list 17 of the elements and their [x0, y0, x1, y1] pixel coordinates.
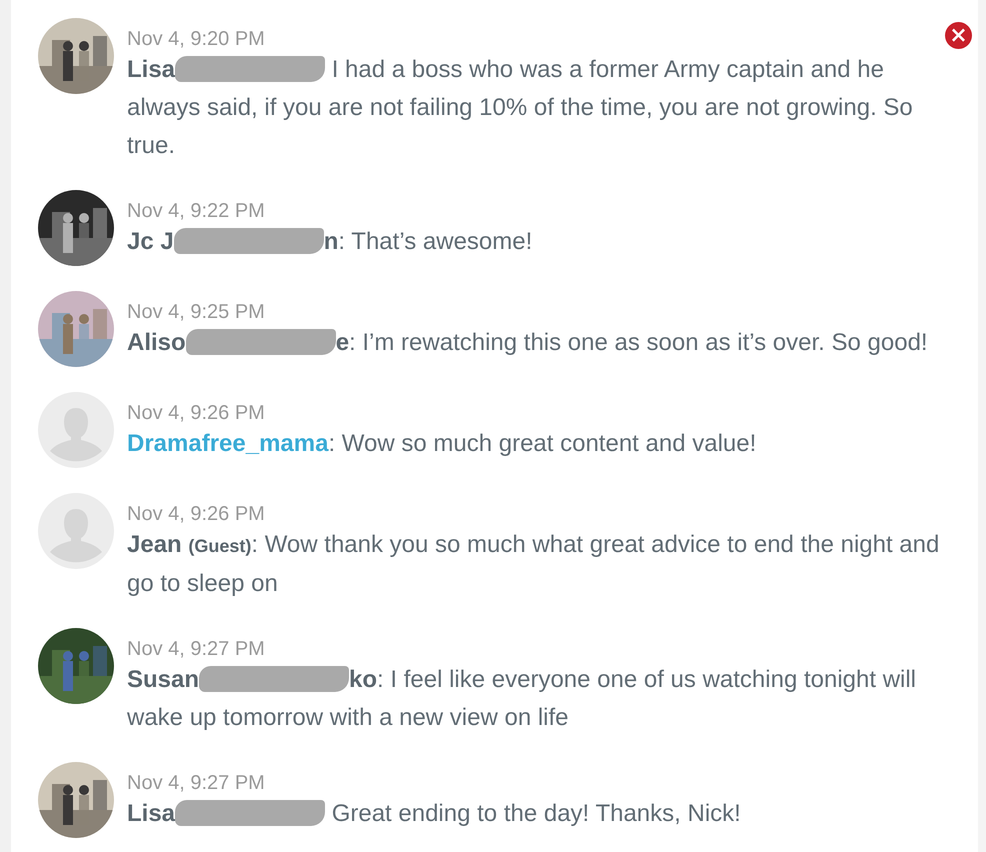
timestamp: Nov 4, 9:20 PM — [127, 27, 265, 51]
message-text: Jc J n: That’s awesome! — [127, 227, 534, 257]
message-text: Lisa Great ending to the day! Thanks, Nick! — [127, 799, 742, 829]
close-button[interactable]: × — [945, 22, 972, 49]
timestamp: Nov 4, 9:22 PM — [127, 199, 265, 223]
default-avatar-icon — [38, 392, 114, 468]
timestamp: Nov 4, 9:26 PM — [127, 401, 265, 425]
timestamp: Nov 4, 9:26 PM — [127, 502, 265, 526]
default-avatar-icon — [38, 493, 114, 569]
message-text: Susan ko: I feel like everyone one of us watching tonight will wake up tomorrow with a new view on life — [127, 665, 918, 733]
message-text: Jean (Guest): Wow thank you so much what great advice to end the night and go to sleep on — [127, 530, 940, 599]
timestamp: Nov 4, 9:25 PM — [127, 300, 265, 324]
timestamp: Nov 4, 9:27 PM — [127, 771, 265, 795]
message-text: Lisa I had a boss who was a former Army captain and he always said, if you are not failing 10% of the time, you are not growing. So true. — [127, 55, 914, 161]
message-text: Dramafree_mama: Wow so much great content and value! — [127, 429, 758, 459]
timestamp: Nov 4, 9:27 PM — [127, 637, 265, 661]
message-text: Aliso e: I’m rewatching this one as soon as it’s over. So good! — [127, 328, 929, 358]
